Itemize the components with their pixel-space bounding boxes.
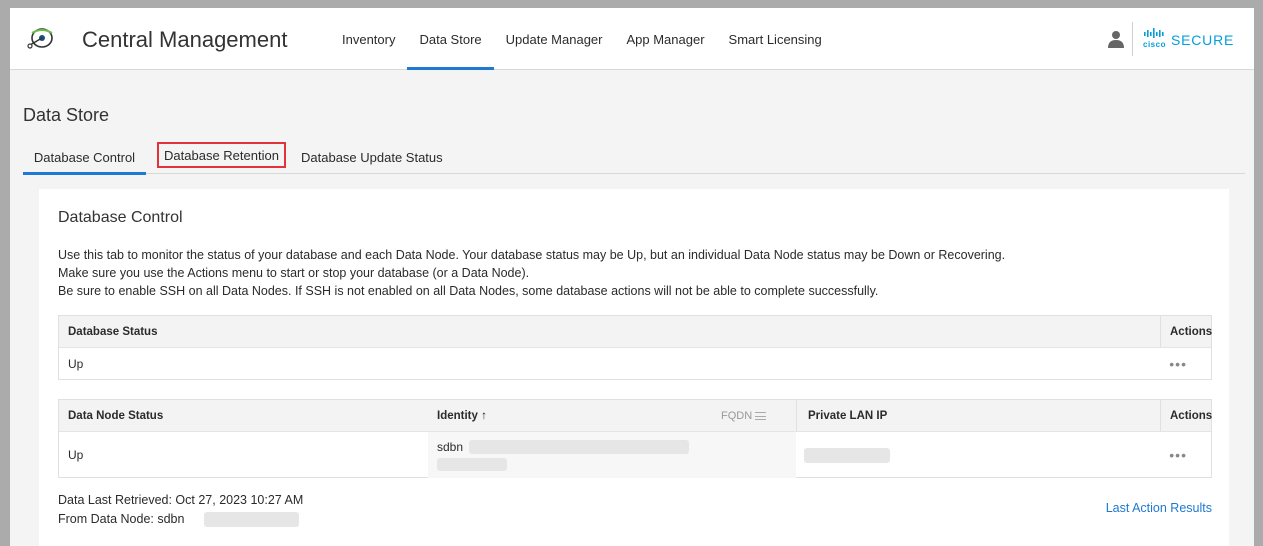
nav-data-store[interactable]: Data Store bbox=[407, 8, 494, 70]
secure-wordmark: SECURE bbox=[1171, 32, 1235, 48]
node-status-value: Up bbox=[68, 447, 84, 462]
col-private-lan-ip: Private LAN IP bbox=[808, 409, 888, 422]
from-data-node: From Data Node: sdbn bbox=[58, 512, 184, 526]
column-divider bbox=[1160, 400, 1161, 431]
from-data-node-text: From Data Node: sdbn bbox=[58, 512, 185, 526]
nav-app-manager[interactable]: App Manager bbox=[614, 8, 716, 70]
redacted-identity bbox=[437, 458, 507, 471]
app-title[interactable]: Central Management bbox=[82, 27, 287, 53]
fqdn-toggle[interactable]: FQDN bbox=[721, 409, 767, 422]
nav-update-manager[interactable]: Update Manager bbox=[494, 8, 615, 70]
column-divider bbox=[796, 400, 797, 431]
tab-database-retention[interactable]: Database Retention bbox=[157, 142, 286, 168]
tab-database-control[interactable]: Database Control bbox=[23, 141, 146, 175]
col-data-node-status: Data Node Status bbox=[68, 409, 164, 422]
identity-prefix: sdbn bbox=[437, 440, 464, 454]
identity-cell bbox=[428, 432, 796, 478]
table-header: Database Status Actions bbox=[59, 316, 1213, 347]
redacted-ip bbox=[804, 448, 890, 463]
description: Use this tab to monitor the status of yo… bbox=[58, 246, 1005, 300]
nav-smart-licensing[interactable]: Smart Licensing bbox=[717, 8, 834, 70]
description-line-2: Make sure you use the Actions menu to st… bbox=[58, 266, 530, 280]
data-node-table: Data Node Status Identity ↑ FQDN Private… bbox=[58, 399, 1212, 478]
table-header: Data Node Status Identity ↑ FQDN Private… bbox=[59, 400, 1213, 431]
database-control-card: Database Control Use this tab to monitor… bbox=[39, 189, 1229, 546]
main-nav: Inventory Data Store Update Manager App … bbox=[330, 8, 834, 70]
col-database-status: Database Status bbox=[68, 325, 158, 338]
description-line-1: Use this tab to monitor the status of yo… bbox=[58, 248, 1006, 262]
cisco-wordmark: cisco bbox=[1143, 40, 1166, 49]
tab-database-update-status[interactable]: Database Update Status bbox=[301, 141, 443, 174]
user-icon[interactable] bbox=[1108, 30, 1124, 48]
app-window: Central Management Inventory Data Store … bbox=[10, 8, 1254, 546]
menu-lines-icon bbox=[755, 411, 767, 420]
nav-inventory[interactable]: Inventory bbox=[330, 8, 407, 70]
col-actions: Actions bbox=[1170, 409, 1213, 422]
subtabs: Database Control Database Retention Data… bbox=[23, 141, 1245, 175]
redacted-identity bbox=[469, 440, 689, 454]
col-actions: Actions bbox=[1170, 325, 1213, 338]
description-line-3: Be sure to enable SSH on all Data Nodes.… bbox=[58, 284, 879, 298]
redacted-node-name bbox=[204, 512, 299, 527]
col-identity-sort[interactable]: Identity ↑ bbox=[437, 410, 487, 422]
actions-menu-button[interactable]: ••• bbox=[1169, 356, 1187, 372]
actions-menu-button[interactable]: ••• bbox=[1169, 447, 1187, 463]
table-row: Up sdbn ••• bbox=[59, 431, 1211, 478]
cisco-bars-icon bbox=[1144, 28, 1164, 38]
cisco-secure-logo: cisco SECURE bbox=[1143, 28, 1233, 52]
top-header: Central Management Inventory Data Store … bbox=[10, 8, 1254, 70]
central-management-logo-icon[interactable] bbox=[26, 25, 56, 51]
header-divider bbox=[1132, 22, 1133, 56]
page-title: Data Store bbox=[23, 105, 110, 125]
last-retrieved: Data Last Retrieved: Oct 27, 2023 10:27 … bbox=[58, 493, 304, 507]
column-divider bbox=[1160, 316, 1161, 347]
database-status-table: Database Status Actions Up ••• bbox=[58, 315, 1212, 380]
last-action-results-link[interactable]: Last Action Results bbox=[1106, 501, 1212, 515]
database-status-value: Up bbox=[68, 356, 84, 371]
card-title: Database Control bbox=[58, 209, 183, 226]
fqdn-label: FQDN bbox=[721, 409, 753, 422]
table-row: Up ••• bbox=[59, 347, 1211, 379]
